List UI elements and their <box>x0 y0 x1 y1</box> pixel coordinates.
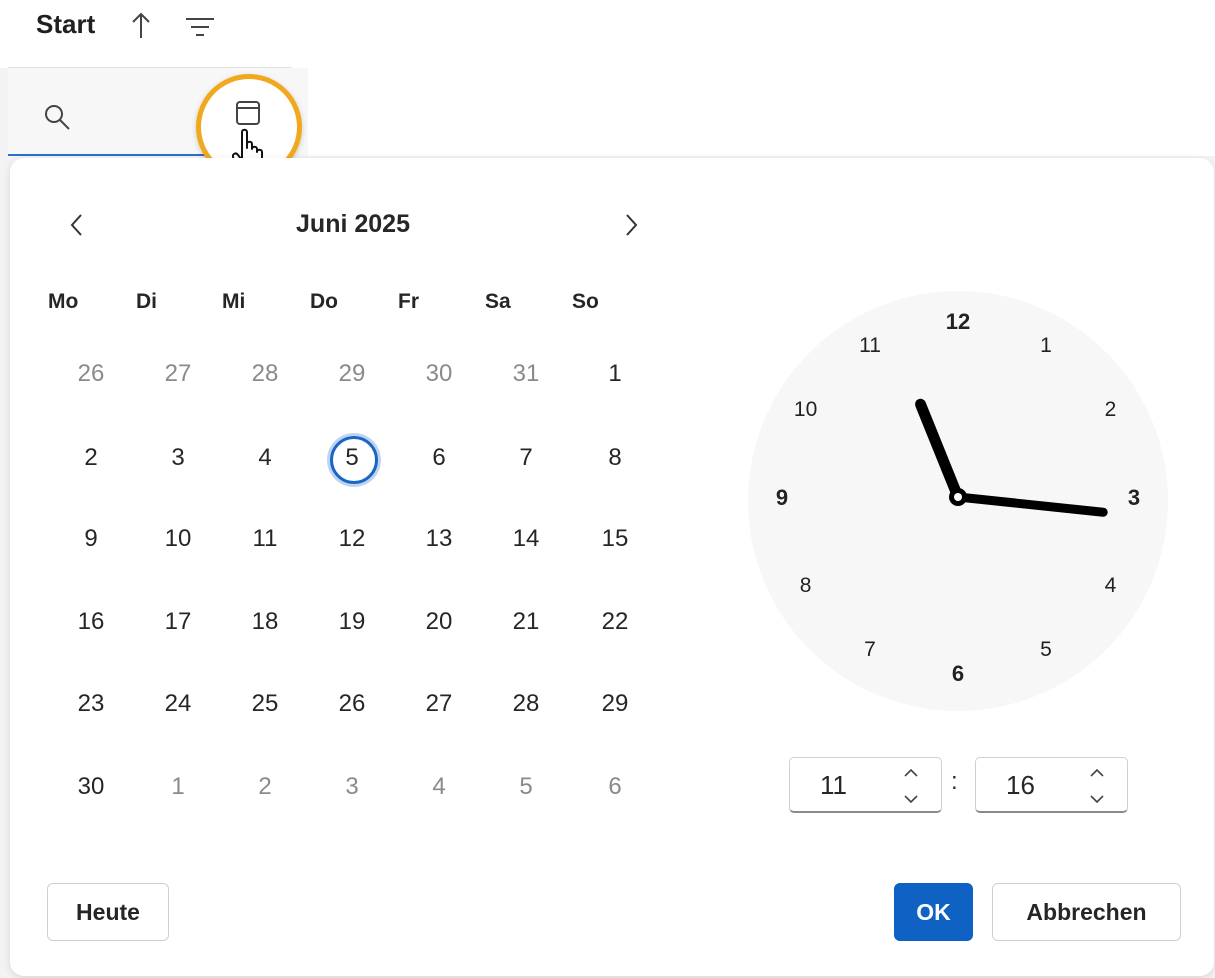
weekday-label: Mi <box>222 290 246 313</box>
calendar-day[interactable]: 10 <box>148 515 208 563</box>
calendar-day[interactable]: 3 <box>322 763 382 811</box>
chevron-right-icon[interactable] <box>616 208 646 242</box>
calendar-day-selected[interactable]: 5 <box>322 434 382 484</box>
calendar-day[interactable]: 27 <box>409 680 469 728</box>
calendar-day[interactable]: 31 <box>496 350 556 398</box>
chevron-up-icon[interactable] <box>901 764 921 782</box>
month-title: Juni 2025 <box>296 210 410 238</box>
calendar-day[interactable]: 3 <box>148 434 208 482</box>
weekday-label: Mo <box>48 290 79 313</box>
calendar-day[interactable]: 18 <box>235 598 295 646</box>
chevron-left-icon[interactable] <box>62 208 92 242</box>
calendar-day[interactable]: 16 <box>61 598 121 646</box>
weekday-label: Di <box>136 290 157 313</box>
calendar-day[interactable]: 1 <box>585 350 645 398</box>
hour-spinner[interactable]: 11 <box>789 757 942 813</box>
cancel-button[interactable]: Abbrechen <box>992 883 1181 941</box>
calendar-day[interactable]: 6 <box>585 763 645 811</box>
calendar-day[interactable]: 30 <box>409 350 469 398</box>
calendar-day[interactable]: 4 <box>235 434 295 482</box>
calendar-day[interactable]: 22 <box>585 598 645 646</box>
calendar-day[interactable]: 20 <box>409 598 469 646</box>
filter-row-blank <box>308 68 1215 156</box>
hour-hand <box>915 398 964 503</box>
minute-spinner[interactable]: 16 <box>975 757 1128 813</box>
calendar-day[interactable]: 1 <box>148 763 208 811</box>
calendar-day[interactable]: 28 <box>235 350 295 398</box>
weekday-label: Fr <box>398 290 419 313</box>
calendar-day[interactable]: 5 <box>496 763 556 811</box>
calendar-icon[interactable] <box>235 100 261 126</box>
calendar-day[interactable]: 29 <box>585 680 645 728</box>
calendar-day[interactable]: 11 <box>235 515 295 563</box>
calendar-day[interactable]: 15 <box>585 515 645 563</box>
clock-hands <box>915 398 1108 517</box>
hour-value[interactable]: 11 <box>820 770 847 801</box>
calendar-day[interactable]: 14 <box>496 515 556 563</box>
column-header <box>0 0 1215 68</box>
chevron-up-icon[interactable] <box>1087 764 1107 782</box>
chevron-down-icon[interactable] <box>1087 790 1107 808</box>
calendar-day[interactable]: 26 <box>61 350 121 398</box>
time-separator: : <box>951 768 958 795</box>
calendar-day[interactable]: 23 <box>61 680 121 728</box>
calendar-day[interactable]: 8 <box>585 434 645 482</box>
minute-value[interactable]: 16 <box>1006 770 1035 801</box>
calendar-day[interactable]: 13 <box>409 515 469 563</box>
calendar-day[interactable]: 25 <box>235 680 295 728</box>
minute-hand <box>953 492 1108 517</box>
calendar-day[interactable]: 7 <box>496 434 556 482</box>
calendar-day[interactable]: 27 <box>148 350 208 398</box>
calendar-day[interactable]: 29 <box>322 350 382 398</box>
calendar-day[interactable]: 12 <box>322 515 382 563</box>
weekday-label: Do <box>310 290 338 313</box>
calendar-day[interactable]: 6 <box>409 434 469 482</box>
filter-lines-icon[interactable] <box>184 14 216 40</box>
column-title[interactable]: Start <box>36 9 95 40</box>
ok-button[interactable]: OK <box>894 883 973 941</box>
calendar-day[interactable]: 2 <box>235 763 295 811</box>
calendar-day[interactable]: 17 <box>148 598 208 646</box>
weekday-label: Sa <box>485 290 511 313</box>
calendar-day[interactable]: 4 <box>409 763 469 811</box>
calendar-day[interactable]: 26 <box>322 680 382 728</box>
today-button[interactable]: Heute <box>47 883 169 941</box>
arrow-up-icon[interactable] <box>128 8 154 42</box>
calendar-day[interactable]: 2 <box>61 434 121 482</box>
weekday-label: So <box>572 290 599 313</box>
calendar-day[interactable]: 19 <box>322 598 382 646</box>
search-icon[interactable] <box>42 102 72 132</box>
calendar-day[interactable]: 28 <box>496 680 556 728</box>
calendar-day[interactable]: 9 <box>61 515 121 563</box>
calendar-day[interactable]: 30 <box>61 763 121 811</box>
calendar-day[interactable]: 21 <box>496 598 556 646</box>
chevron-down-icon[interactable] <box>901 790 921 808</box>
calendar-day[interactable]: 24 <box>148 680 208 728</box>
